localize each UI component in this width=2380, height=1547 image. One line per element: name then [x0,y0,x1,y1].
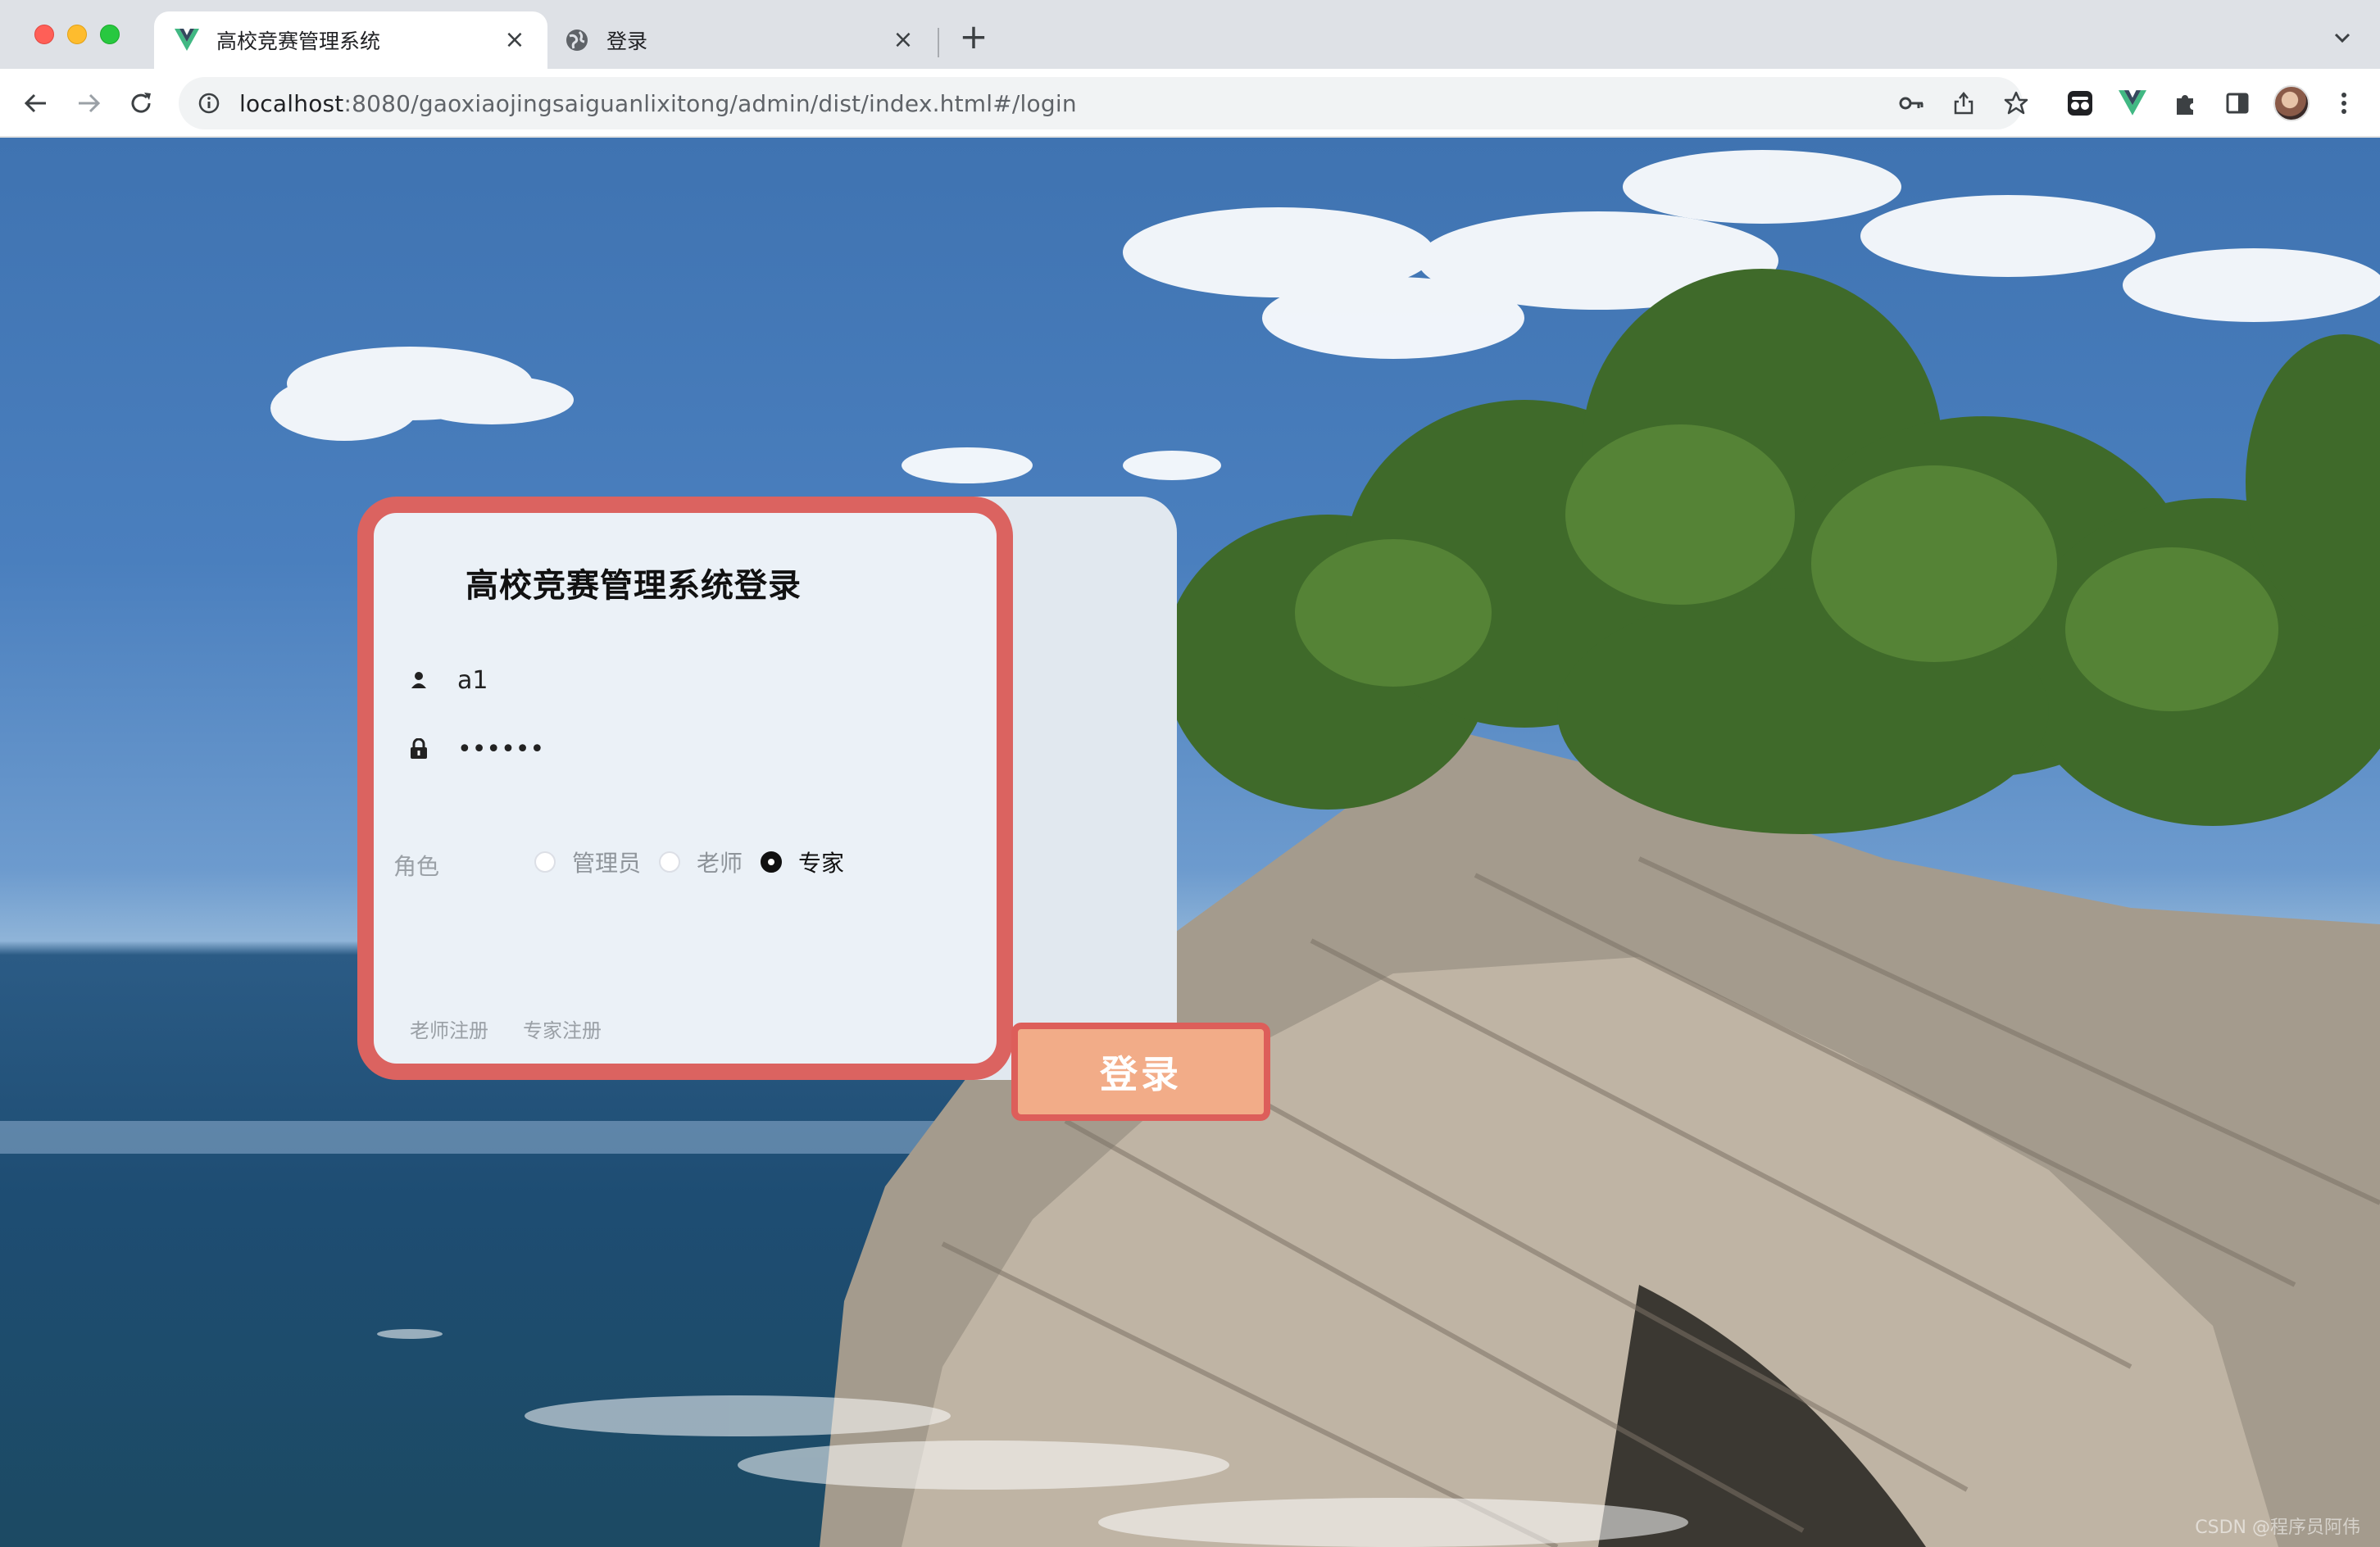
site-info-icon[interactable] [195,89,223,117]
role-option-label: 专家 [798,850,845,877]
lock-icon [407,737,431,761]
register-links: 老师注册 专家注册 [410,1014,636,1043]
tab-login[interactable]: 登录 × [551,11,936,69]
share-icon[interactable] [1949,88,1978,118]
bookmark-star-icon[interactable] [2001,88,2031,118]
tab-title: 高校竞赛管理系统 [216,29,381,53]
password-input[interactable] [457,734,916,764]
role-option-expert[interactable]: 专家 [761,846,844,878]
login-card: 高校竞赛管理系统登录 角色 管理员 老师 专 [357,497,1013,1080]
extensions-puzzle-icon[interactable] [2169,87,2201,120]
browser-toolbar: localhost:8080/gaoxiaojingsaiguanlixiton… [0,69,2380,138]
tab-strip: 高校竞赛管理系统 × 登录 × + [0,0,2380,69]
login-button[interactable]: 登录 [1011,1023,1270,1121]
url-host: localhost [239,89,344,117]
login-page: 高校竞赛管理系统登录 角色 管理员 老师 专 [0,138,2380,1547]
role-label: 角色 [393,853,440,880]
reload-icon[interactable] [123,85,159,121]
close-icon[interactable]: × [888,25,918,55]
tab-title: 登录 [606,29,648,53]
login-title: 高校竞赛管理系统登录 [466,567,802,605]
back-arrow-icon[interactable] [18,85,54,121]
url-path: :8080/gaoxiaojingsaiguanlixitong/admin/d… [343,89,1077,117]
role-option-label: 管理员 [572,850,642,877]
username-field [407,654,964,706]
address-bar[interactable]: localhost:8080/gaoxiaojingsaiguanlixiton… [179,77,2028,129]
radio-button-checked[interactable] [761,851,783,873]
expert-register-link[interactable]: 专家注册 [523,1014,602,1043]
radio-button[interactable] [659,851,681,873]
role-radio-group: 管理员 老师 专家 [534,846,862,878]
close-icon[interactable]: × [500,25,529,55]
profile-avatar[interactable] [2273,85,2310,121]
radio-button[interactable] [534,851,556,873]
password-field [407,723,964,775]
new-tab-button[interactable]: + [954,18,993,57]
vue-logo-icon [174,27,200,53]
teacher-register-link[interactable]: 老师注册 [410,1014,488,1043]
user-icon [407,668,431,692]
username-input[interactable] [457,665,916,695]
window-close-button[interactable] [34,25,54,44]
watermark: CSDN @程序员阿伟 [2195,1518,2360,1538]
role-option-teacher[interactable]: 老师 [659,846,743,878]
more-menu-icon[interactable] [2328,87,2360,120]
vue-devtools-icon[interactable] [2116,87,2149,120]
tab-separator [938,28,939,57]
side-panel-icon[interactable] [2221,87,2254,120]
forward-arrow-icon[interactable] [70,85,107,121]
incognito-extension-icon[interactable] [2064,87,2096,120]
globe-icon [564,27,590,53]
key-icon[interactable] [1896,88,1926,118]
window-minimize-button[interactable] [67,25,87,44]
role-option-label: 老师 [697,850,743,877]
url-text[interactable]: localhost:8080/gaoxiaojingsaiguanlixiton… [239,90,1077,117]
window-maximize-button[interactable] [100,25,120,44]
tab-search-chevron-icon[interactable] [2328,23,2357,52]
role-option-admin[interactable]: 管理员 [534,846,641,878]
tab-gaoxiao-system[interactable]: 高校竞赛管理系统 × [154,11,547,69]
